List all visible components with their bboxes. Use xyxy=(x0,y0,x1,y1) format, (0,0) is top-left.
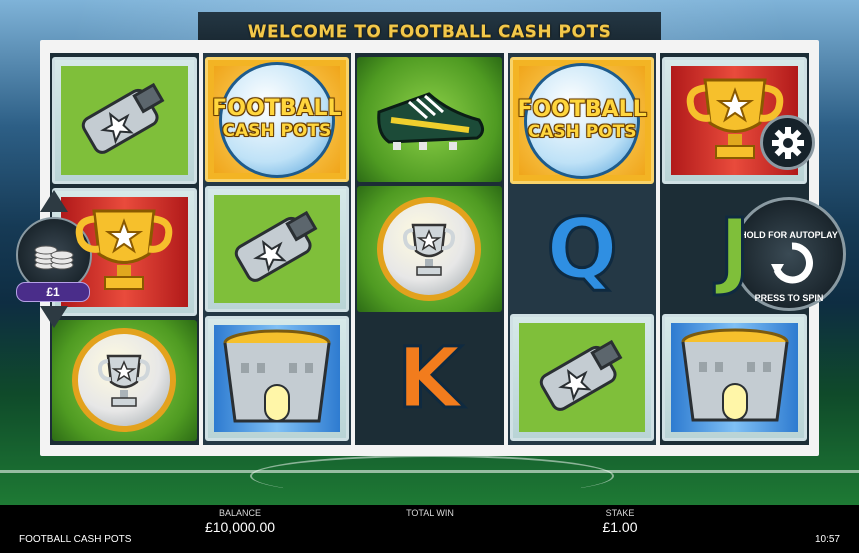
stake-increase-arrow-icon[interactable] xyxy=(40,190,68,212)
total-win-label: TOTAL WIN xyxy=(406,508,454,518)
whistle-icon xyxy=(74,78,174,163)
status-bar: BALANCE £10,000.00 TOTAL WIN STAKE £1.00… xyxy=(0,505,859,553)
football-cash-pots-logo: FOOTBALL CASH POTS xyxy=(212,95,342,142)
medal-disc xyxy=(72,328,177,433)
reel-2-symbol-2-whistle xyxy=(204,186,350,312)
reel-1-symbol-2-trophy xyxy=(52,188,197,316)
reel-5-symbol-1-trophy xyxy=(662,57,807,185)
letter-q-symbol: Q xyxy=(545,198,619,299)
stake-decrease-arrow-icon[interactable] xyxy=(40,306,68,328)
reel-grid: FOOTBALL CASH POTS K FOOTBALL CASH POTS Q J xyxy=(50,53,809,445)
reel-3-symbol-1-boot xyxy=(357,57,502,183)
balance-display: BALANCE £10,000.00 xyxy=(190,508,290,535)
stake-display: STAKE £1.00 xyxy=(580,508,660,535)
gold-trophy-icon xyxy=(69,199,179,304)
total-win-display: TOTAL WIN xyxy=(395,508,465,519)
reel-3: K xyxy=(355,53,504,445)
logo-line-2: CASH POTS xyxy=(527,121,637,142)
game-title: WELCOME TO FOOTBALL CASH POTS xyxy=(247,21,612,42)
letter-k-symbol: K xyxy=(395,328,463,429)
logo-line-2: CASH POTS xyxy=(222,120,332,141)
reel-4-symbol-1-logo: FOOTBALL CASH POTS xyxy=(509,57,655,185)
silver-trophy-medal-icon xyxy=(72,328,177,433)
football-boot-icon xyxy=(369,72,489,167)
pitch-center-arc xyxy=(250,455,614,497)
reel-2-symbol-3-stadium xyxy=(204,315,350,441)
reel-2-symbol-1-logo: FOOTBALL CASH POTS xyxy=(204,57,350,183)
footer-game-name: FOOTBALL CASH POTS xyxy=(19,534,132,545)
reel-3-symbol-3-letter: K xyxy=(357,316,502,441)
balance-value: £10,000.00 xyxy=(204,519,276,535)
reel-4: FOOTBALL CASH POTS Q xyxy=(507,53,657,445)
stake-amount: £1.00 xyxy=(602,519,638,535)
logo-line-1: FOOTBALL xyxy=(517,96,647,122)
reel-4-symbol-3-whistle xyxy=(509,313,655,441)
reel-4-symbol-2-letter: Q xyxy=(510,188,655,309)
spin-arrow-icon xyxy=(771,242,813,284)
stadium-cash-pot-icon xyxy=(675,320,795,435)
stadium-cash-pot-icon xyxy=(217,321,337,436)
football-cash-pots-logo: FOOTBALL CASH POTS xyxy=(517,96,647,143)
reel-1 xyxy=(50,53,199,445)
whistle-icon xyxy=(532,335,632,420)
game-logo-text: FOOTBALL CASH POTS xyxy=(517,96,647,143)
stake-label: STAKE xyxy=(605,508,635,518)
reel-1-symbol-3-medal xyxy=(52,319,197,441)
whistle-icon xyxy=(227,206,327,291)
pitch-halfway-line xyxy=(0,470,859,473)
gold-trophy-icon xyxy=(680,68,790,173)
letter-j-symbol: J xyxy=(718,198,752,299)
medal-disc xyxy=(377,196,482,301)
press-to-spin-label: PRESS TO SPIN xyxy=(754,293,824,303)
autoplay-label: HOLD FOR AUTOPLAY xyxy=(740,230,838,240)
logo-line-1: FOOTBALL xyxy=(212,95,342,121)
reel-2: FOOTBALL CASH POTS xyxy=(202,53,352,445)
reel-3-symbol-2-medal xyxy=(357,186,502,312)
game-logo-text: FOOTBALL CASH POTS xyxy=(212,95,342,142)
reel-1-symbol-1-whistle xyxy=(52,57,197,185)
silver-trophy-medal-icon xyxy=(377,196,482,301)
balance-label: BALANCE xyxy=(218,508,262,518)
clock: 10:57 xyxy=(814,534,840,545)
reel-5-symbol-3-stadium xyxy=(662,313,807,441)
